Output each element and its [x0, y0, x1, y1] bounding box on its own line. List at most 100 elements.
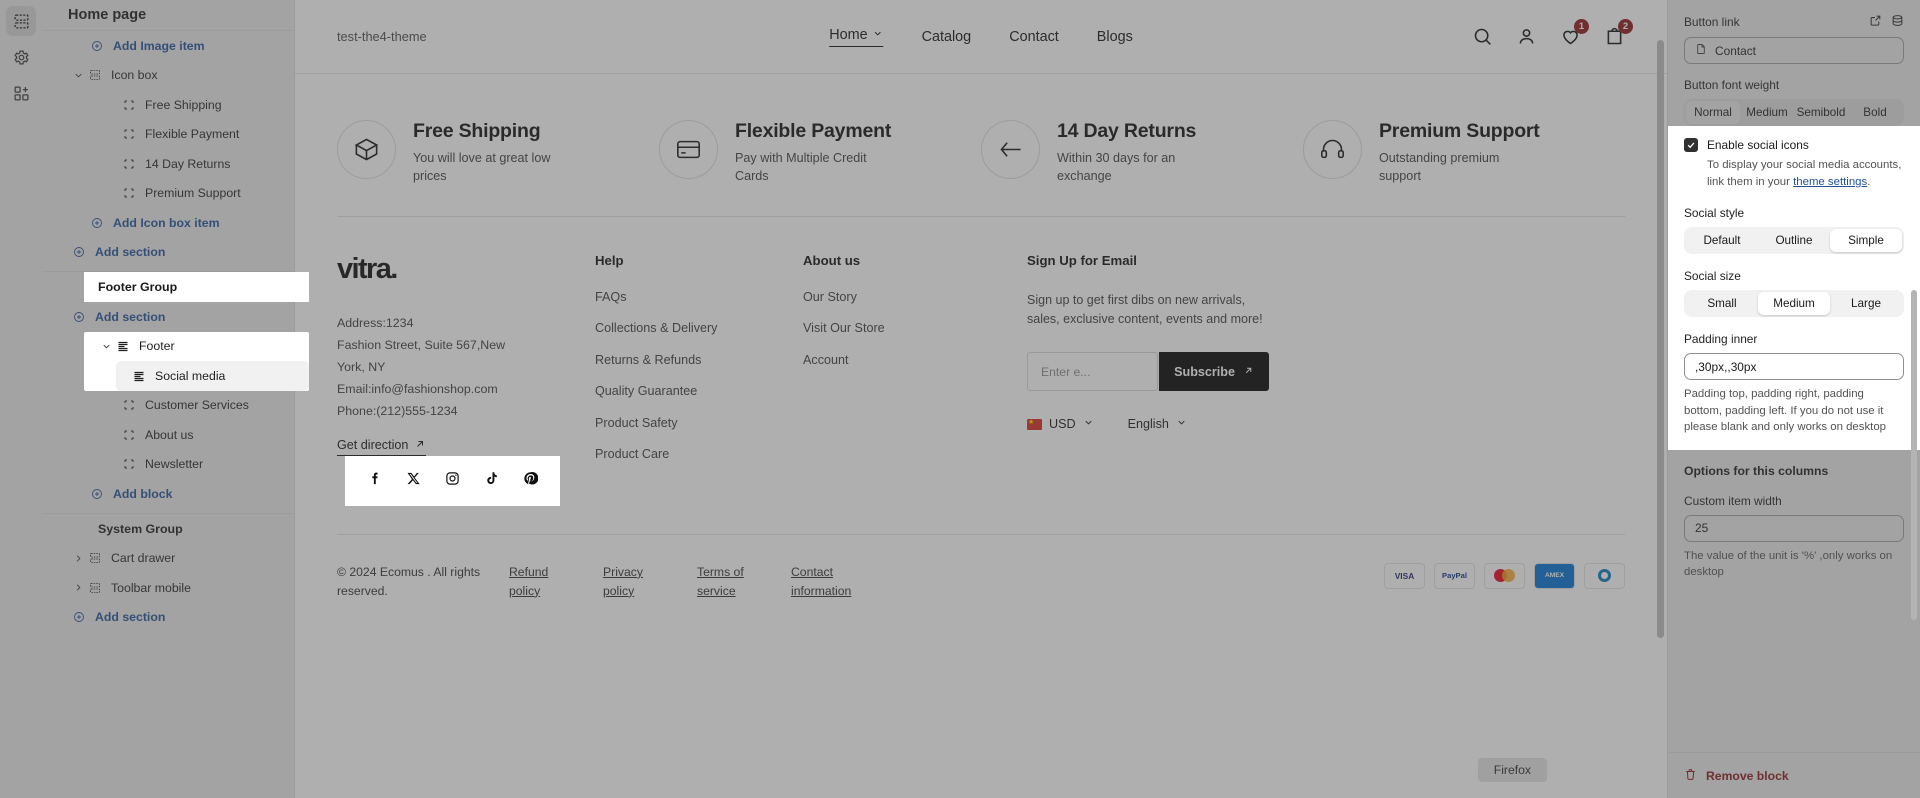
- custom-item-width-help: The value of the unit is '%' ,only works…: [1684, 549, 1893, 579]
- footer-link[interactable]: Visit Our Store: [803, 322, 1027, 335]
- social-style-simple-option[interactable]: Simple: [1830, 229, 1902, 253]
- font-weight-medium-option[interactable]: Medium: [1740, 101, 1794, 124]
- footer-link[interactable]: Product Care: [595, 448, 803, 461]
- settings-scrollbar[interactable]: [1911, 290, 1917, 620]
- social-size-medium-option[interactable]: Medium: [1758, 292, 1830, 316]
- nav-home[interactable]: Home: [829, 26, 884, 47]
- sidebar-item-newsletter[interactable]: Newsletter: [42, 450, 294, 480]
- social-style-outline-option[interactable]: Outline: [1758, 229, 1830, 252]
- legal-link-terms[interactable]: Terms of service: [697, 563, 759, 601]
- pinterest-icon[interactable]: [523, 471, 539, 491]
- legal-link-privacy[interactable]: Privacy policy: [603, 563, 665, 601]
- section-icon: [86, 582, 104, 594]
- nav-home-label: Home: [829, 26, 868, 43]
- sidebar-item-social-media[interactable]: Social media: [116, 361, 309, 391]
- add-section-button-1[interactable]: Add section: [42, 238, 294, 268]
- add-section-label: Add section: [95, 610, 166, 625]
- firefox-button[interactable]: Firefox: [1477, 758, 1547, 782]
- custom-item-width-input[interactable]: 25: [1684, 514, 1904, 542]
- footer-link[interactable]: Quality Guarantee: [595, 385, 803, 398]
- footer-link[interactable]: Collections & Delivery: [595, 322, 803, 335]
- sidebar-item-icon-box[interactable]: Icon box: [42, 61, 294, 91]
- nav-blogs[interactable]: Blogs: [1097, 29, 1133, 45]
- footer-brand-column: vitra. Address:1234 Fashion Street, Suit…: [337, 253, 595, 506]
- newsletter-text: Sign up to get first dibs on new arrival…: [1027, 292, 1263, 327]
- add-image-item-button[interactable]: Add Image item: [42, 31, 294, 61]
- font-weight-normal-option[interactable]: Normal: [1686, 101, 1740, 124]
- block-label: Free Shipping: [145, 97, 222, 112]
- sidebar-item-flexible-payment[interactable]: Flexible Payment: [42, 120, 294, 150]
- add-icon-box-item-button[interactable]: Add Icon box item: [42, 208, 294, 238]
- gear-icon[interactable]: [6, 42, 36, 72]
- main-nav: Home Catalog Contact Blogs: [829, 27, 1133, 47]
- social-size-large-option[interactable]: Large: [1830, 292, 1902, 315]
- font-weight-bold-option[interactable]: Bold: [1848, 101, 1902, 124]
- sidebar-item-premium-support[interactable]: Premium Support: [42, 179, 294, 209]
- sidebar-item-footer[interactable]: Footer: [84, 332, 309, 362]
- legal-link-refund[interactable]: Refund policy: [509, 563, 571, 601]
- account-icon[interactable]: [1516, 26, 1537, 47]
- icon-box-label: Icon box: [111, 68, 158, 83]
- footer-link[interactable]: FAQs: [595, 290, 803, 304]
- sections-icon[interactable]: [6, 6, 36, 36]
- social-style-segmented[interactable]: Default Outline Simple: [1684, 227, 1904, 255]
- preview-scrollbar[interactable]: [1657, 40, 1664, 638]
- icon-box-desc: Outstanding premium support: [1379, 151, 1500, 184]
- social-media-block: [345, 455, 560, 506]
- nav-contact[interactable]: Contact: [1009, 29, 1059, 45]
- address-line: Phone:(212)555-1234: [337, 403, 458, 418]
- sidebar-item-cart-drawer[interactable]: Cart drawer: [42, 544, 294, 574]
- add-block-button[interactable]: Add block: [42, 479, 294, 509]
- font-weight-semibold-option[interactable]: Semibold: [1794, 101, 1848, 124]
- nav-catalog[interactable]: Catalog: [922, 29, 972, 45]
- footer-link[interactable]: Returns & Refunds: [595, 354, 803, 367]
- external-link-icon[interactable]: [1869, 14, 1882, 30]
- x-twitter-icon[interactable]: [406, 471, 421, 491]
- currency-selector[interactable]: USD: [1027, 417, 1094, 431]
- instagram-icon[interactable]: [445, 471, 460, 491]
- padding-inner-input[interactable]: ,30px,,30px: [1684, 353, 1904, 381]
- icon-box-item[interactable]: Premium Support Outstanding premium supp…: [1303, 120, 1625, 186]
- store-preview: test-the4-theme Home Catalog Contact Blo…: [295, 0, 1667, 798]
- apps-add-icon[interactable]: [6, 78, 36, 108]
- chevron-right-icon[interactable]: [70, 553, 86, 564]
- sidebar-item-about-us[interactable]: About us: [42, 420, 294, 450]
- sidebar-item-toolbar-mobile[interactable]: Toolbar mobile: [42, 573, 294, 603]
- wishlist-heart-icon[interactable]: 1: [1560, 19, 1589, 47]
- address-line: Address:1234: [337, 315, 414, 330]
- enable-social-icons-checkbox[interactable]: [1684, 138, 1698, 152]
- chevron-down-icon[interactable]: [70, 70, 86, 81]
- add-section-button-2[interactable]: Add section: [42, 302, 294, 332]
- add-section-button-3[interactable]: Add section: [42, 603, 294, 633]
- sidebar-item-free-shipping[interactable]: Free Shipping: [42, 90, 294, 120]
- language-selector[interactable]: English: [1128, 417, 1187, 431]
- sidebar-item-customer-services[interactable]: Customer Services: [42, 391, 294, 421]
- custom-item-width-value: 25: [1695, 521, 1709, 536]
- cart-bag-icon[interactable]: 2: [1604, 19, 1633, 47]
- chevron-right-icon[interactable]: [70, 582, 86, 593]
- subscribe-button[interactable]: Subscribe: [1159, 352, 1269, 391]
- get-direction-link[interactable]: Get direction: [337, 438, 427, 456]
- icon-box-item[interactable]: Free Shipping You will love at great low…: [337, 120, 659, 186]
- newsletter-email-input[interactable]: Enter e...: [1027, 352, 1159, 391]
- footer-link[interactable]: Product Safety: [595, 417, 803, 430]
- social-style-default-option[interactable]: Default: [1686, 229, 1758, 252]
- sidebar-item-14-day-returns[interactable]: 14 Day Returns: [42, 149, 294, 179]
- icon-box-item[interactable]: Flexible Payment Pay with Multiple Credi…: [659, 120, 981, 186]
- database-icon[interactable]: [1891, 14, 1904, 30]
- remove-block-button[interactable]: Remove block: [1668, 752, 1920, 798]
- icon-box-item[interactable]: 14 Day Returns Within 30 days for an exc…: [981, 120, 1303, 186]
- footer-link[interactable]: Account: [803, 354, 1027, 367]
- facebook-icon[interactable]: [367, 471, 382, 491]
- button-font-weight-segmented[interactable]: Normal Medium Semibold Bold: [1684, 99, 1904, 126]
- tiktok-icon[interactable]: [484, 471, 499, 491]
- search-icon[interactable]: [1472, 26, 1493, 47]
- social-size-label: Social size: [1684, 269, 1741, 284]
- button-link-input[interactable]: Contact: [1684, 37, 1904, 64]
- theme-settings-link[interactable]: theme settings: [1793, 176, 1867, 188]
- social-size-segmented[interactable]: Small Medium Large: [1684, 290, 1904, 318]
- legal-link-contact[interactable]: Contact information: [791, 563, 873, 601]
- footer-link[interactable]: Our Story: [803, 290, 1027, 304]
- chevron-down-icon[interactable]: [98, 341, 114, 352]
- social-size-small-option[interactable]: Small: [1686, 292, 1758, 315]
